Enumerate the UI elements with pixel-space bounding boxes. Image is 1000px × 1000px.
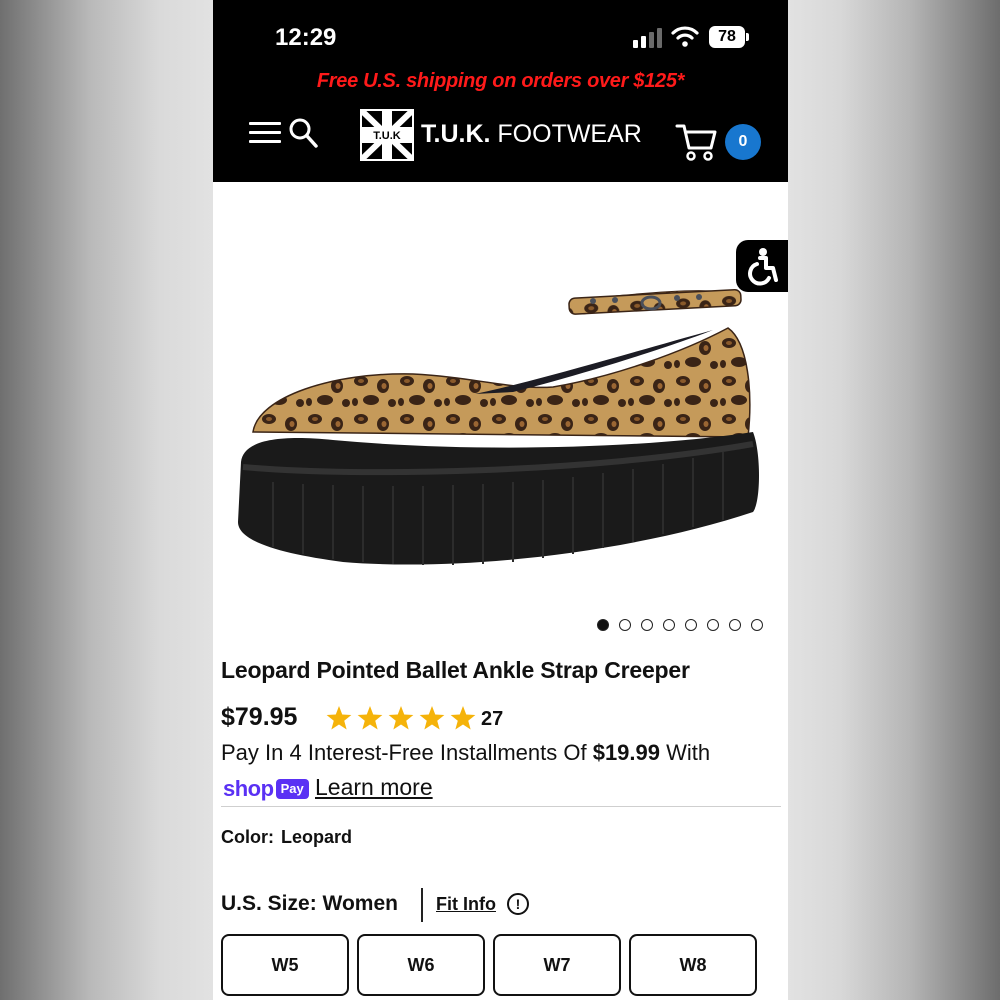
shop-pay-badge: Pay — [275, 779, 309, 799]
menu-icon[interactable] — [249, 118, 283, 148]
product-image[interactable] — [213, 182, 788, 612]
star-icon — [388, 706, 414, 730]
cart-icon[interactable] — [675, 120, 719, 164]
installments-prefix: Pay In 4 Interest-Free Installments Of — [221, 740, 593, 765]
star-icon — [357, 706, 383, 730]
learn-more-link[interactable]: Learn more — [315, 774, 433, 801]
shop-pay-word: shop — [223, 776, 274, 801]
battery-tip — [746, 33, 749, 41]
installments-suffix: With — [660, 740, 711, 765]
size-option-w5[interactable]: W5 — [221, 934, 349, 996]
brand-name-regular: FOOTWEAR — [497, 120, 642, 148]
carousel-dot[interactable] — [663, 619, 675, 631]
logo-mark-text: T.U.K — [373, 130, 401, 142]
product-price: $79.95 — [221, 703, 298, 731]
color-label: Color: — [221, 827, 274, 847]
star-icon — [419, 706, 445, 730]
search-icon[interactable] — [287, 116, 319, 150]
size-separator — [421, 888, 423, 922]
wifi-icon — [671, 26, 699, 47]
fit-info-link[interactable]: Fit Info — [436, 894, 496, 915]
status-time: 12:29 — [275, 24, 337, 51]
divider — [221, 806, 781, 807]
signal-icon — [633, 28, 663, 48]
installments-text: Pay In 4 Interest-Free Installments Of $… — [221, 740, 710, 766]
battery-indicator: 78 — [709, 26, 745, 48]
accessibility-icon[interactable] — [736, 240, 788, 292]
size-option-w7[interactable]: W7 — [493, 934, 621, 996]
size-option-w8[interactable]: W8 — [629, 934, 757, 996]
size-option-w6[interactable]: W6 — [357, 934, 485, 996]
image-carousel-dots — [597, 619, 763, 633]
carousel-dot[interactable] — [729, 619, 741, 631]
product-title: Leopard Pointed Ballet Ankle Strap Creep… — [221, 657, 690, 683]
union-jack-logo-icon[interactable]: T.U.K — [360, 109, 414, 161]
shipping-promo-banner[interactable]: Free U.S. shipping on orders over $125* — [213, 70, 788, 93]
brand-logo[interactable]: T.U.K. FOOTWEAR — [421, 120, 642, 149]
carousel-dot[interactable] — [597, 619, 609, 631]
site-header: 12:29 78 Free U.S. shipping on orders ov… — [213, 0, 788, 182]
carousel-dot[interactable] — [619, 619, 631, 631]
phone-screen: 12:29 78 Free U.S. shipping on orders ov… — [213, 0, 788, 1000]
carousel-dot[interactable] — [641, 619, 653, 631]
cart-count-badge[interactable]: 0 — [725, 124, 761, 160]
info-icon[interactable]: ! — [507, 893, 529, 915]
installment-amount: $19.99 — [592, 740, 660, 765]
brand-name-bold: T.U.K. — [421, 120, 491, 148]
rating-stars[interactable] — [325, 704, 477, 732]
color-value: Leopard — [281, 827, 353, 847]
shop-pay-logo: shop Pay — [223, 776, 309, 801]
review-count[interactable]: 27 — [481, 708, 503, 731]
star-icon — [326, 706, 352, 730]
carousel-dot[interactable] — [685, 619, 697, 631]
carousel-dot[interactable] — [707, 619, 719, 631]
size-label: U.S. Size: Women — [221, 892, 398, 915]
carousel-dot[interactable] — [751, 619, 763, 631]
star-icon — [450, 706, 476, 730]
